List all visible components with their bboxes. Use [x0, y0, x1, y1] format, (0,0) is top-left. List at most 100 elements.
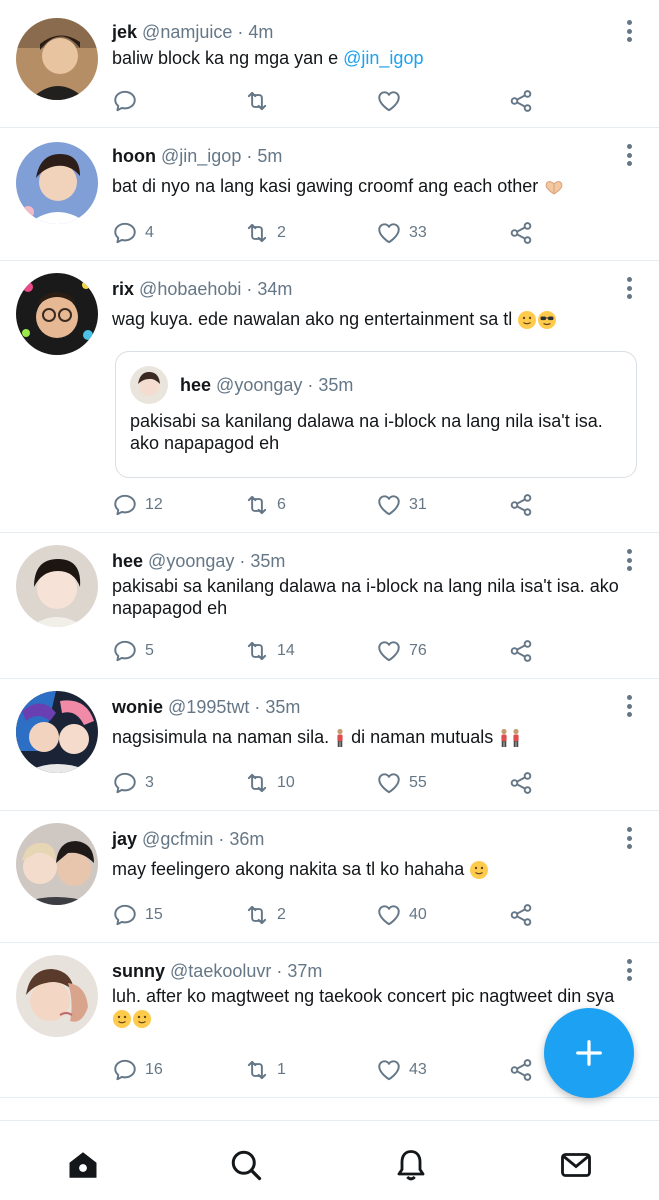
- handle[interactable]: @taekooluvr: [170, 961, 271, 981]
- tweet-actions: [112, 86, 552, 116]
- avatar[interactable]: [16, 273, 98, 355]
- handle[interactable]: @hobaehobi: [139, 279, 241, 299]
- reply-button[interactable]: 16: [112, 1055, 163, 1085]
- avatar[interactable]: [16, 545, 98, 627]
- tab-home[interactable]: [65, 1147, 101, 1183]
- reply-button[interactable]: 3: [112, 768, 154, 798]
- handle[interactable]: @gcfmin: [142, 829, 213, 849]
- more-options-icon[interactable]: [625, 20, 633, 42]
- tweet-text-content: nagsisimula na naman sila.: [112, 727, 330, 747]
- tweet-item[interactable]: hee @yoongay · 35m pakisabi sa kanilang …: [0, 533, 659, 679]
- share-button[interactable]: [508, 218, 534, 248]
- handle[interactable]: @jin_igop: [161, 146, 241, 166]
- reply-button[interactable]: 4: [112, 218, 154, 248]
- display-name[interactable]: jek: [112, 22, 137, 42]
- display-name[interactable]: hoon: [112, 146, 156, 166]
- like-button[interactable]: [376, 86, 409, 116]
- separator: ·: [241, 279, 258, 299]
- dizzy-face-emoji: [132, 1009, 152, 1029]
- display-name[interactable]: jay: [112, 829, 137, 849]
- separator: ·: [302, 375, 319, 395]
- avatar[interactable]: [16, 142, 98, 224]
- share-button[interactable]: [508, 900, 534, 930]
- more-options-icon[interactable]: [625, 959, 633, 981]
- retweet-button[interactable]: 6: [244, 490, 286, 520]
- handle[interactable]: @1995twt: [168, 697, 249, 717]
- thinking-face-emoji: [112, 1009, 132, 1029]
- more-options-icon[interactable]: [625, 695, 633, 717]
- avatar[interactable]: [16, 691, 98, 773]
- quoted-avatar[interactable]: [130, 366, 168, 404]
- handle[interactable]: @namjuice: [142, 22, 232, 42]
- avatar[interactable]: [16, 955, 98, 1037]
- tweet-header: jek @namjuice · 4m: [112, 21, 273, 43]
- quoted-handle[interactable]: @yoongay: [216, 375, 302, 395]
- reply-icon: [112, 902, 138, 928]
- display-name[interactable]: rix: [112, 279, 134, 299]
- display-name[interactable]: sunny: [112, 961, 165, 981]
- retweet-button[interactable]: 1: [244, 1055, 286, 1085]
- quoted-tweet[interactable]: hee @yoongay · 35m pakisabi sa kanilang …: [115, 351, 637, 478]
- share-button[interactable]: [508, 768, 534, 798]
- heart-icon: [376, 220, 402, 246]
- like-button[interactable]: 55: [376, 768, 427, 798]
- like-button[interactable]: 31: [376, 490, 427, 520]
- search-icon: [231, 1150, 262, 1181]
- reply-button[interactable]: 12: [112, 490, 163, 520]
- retweet-button[interactable]: [244, 86, 277, 116]
- retweet-count: 14: [277, 642, 295, 659]
- tweet-item[interactable]: rix @hobaehobi · 34m wag kuya. ede nawal…: [0, 261, 659, 533]
- tweet-item[interactable]: jek @namjuice · 4m baliw block ka ng mga…: [0, 0, 659, 128]
- tweet-header: wonie @1995twt · 35m: [112, 696, 300, 718]
- avatar[interactable]: [16, 823, 98, 905]
- tab-search[interactable]: [228, 1147, 264, 1183]
- tweet-item[interactable]: hoon @jin_igop · 5m bat di nyo na lang k…: [0, 128, 659, 261]
- tweet-text: baliw block ka ng mga yan e @jin_igop: [112, 47, 637, 69]
- handle[interactable]: @yoongay: [148, 551, 234, 571]
- share-button[interactable]: [508, 1055, 534, 1085]
- timestamp: 5m: [257, 146, 283, 166]
- like-count: 33: [409, 224, 427, 241]
- quoted-display-name[interactable]: hee: [180, 375, 211, 395]
- like-button[interactable]: 43: [376, 1055, 427, 1085]
- tweet-text-content: wag kuya. ede nawalan ako ng entertainme…: [112, 309, 513, 329]
- share-button[interactable]: [508, 86, 534, 116]
- share-button[interactable]: [508, 636, 534, 666]
- retweet-button[interactable]: 2: [244, 218, 286, 248]
- like-button[interactable]: 40: [376, 900, 427, 930]
- heart-icon: [376, 770, 402, 796]
- like-count: 43: [409, 1061, 427, 1078]
- display-name[interactable]: hee: [112, 551, 143, 571]
- retweet-button[interactable]: 14: [244, 636, 295, 666]
- like-button[interactable]: 76: [376, 636, 427, 666]
- tweet-item[interactable]: wonie @1995twt · 35m nagsisimula na nama…: [0, 679, 659, 811]
- reply-button[interactable]: [112, 86, 145, 116]
- share-icon: [508, 770, 534, 796]
- compose-tweet-button[interactable]: [544, 1008, 634, 1098]
- mention-link[interactable]: @jin_igop: [343, 48, 423, 68]
- timestamp: 36m: [229, 829, 265, 849]
- like-button[interactable]: 33: [376, 218, 427, 248]
- timestamp: 35m: [250, 551, 286, 571]
- reply-button[interactable]: 15: [112, 900, 163, 930]
- tab-notifications[interactable]: [393, 1147, 429, 1183]
- tab-messages[interactable]: [558, 1147, 594, 1183]
- share-icon: [508, 902, 534, 928]
- tweet-item[interactable]: jay @gcfmin · 36m may feelingero akong n…: [0, 811, 659, 943]
- reply-button[interactable]: 5: [112, 636, 154, 666]
- more-options-icon[interactable]: [625, 144, 633, 166]
- retweet-button[interactable]: 10: [244, 768, 295, 798]
- share-icon: [508, 492, 534, 518]
- share-button[interactable]: [508, 490, 534, 520]
- more-options-icon[interactable]: [625, 827, 633, 849]
- like-count: 40: [409, 906, 427, 923]
- avatar[interactable]: [16, 18, 98, 100]
- display-name[interactable]: wonie: [112, 697, 163, 717]
- more-options-icon[interactable]: [625, 549, 633, 571]
- tweet-text-content: bat di nyo na lang kasi gawing croomf an…: [112, 176, 539, 196]
- share-icon: [508, 1057, 534, 1083]
- retweet-button[interactable]: 2: [244, 900, 286, 930]
- tweet-text: may feelingero akong nakita sa tl ko hah…: [112, 858, 637, 880]
- more-options-icon[interactable]: [625, 277, 633, 299]
- tweet-actions: 15 2 40: [112, 900, 552, 930]
